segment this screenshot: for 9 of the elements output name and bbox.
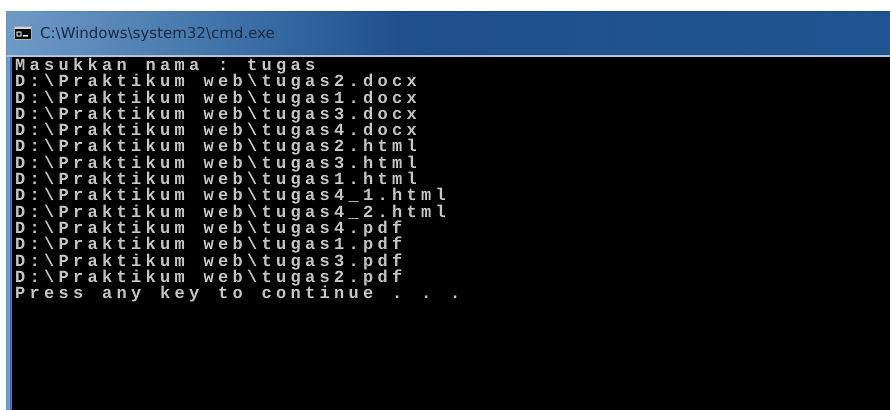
window-title: C:\Windows\system32\cmd.exe [40,24,275,42]
console-icon [14,26,32,40]
console-line: D:\Praktikum web\tugas2.html [15,140,422,157]
console-line: Press any key to continue . . . [15,287,466,304]
console-line: D:\Praktikum web\tugas2.docx [15,75,422,92]
console-line: D:\Praktikum web\tugas4_1.html [15,189,452,206]
console-line: D:\Praktikum web\tugas3.pdf [15,254,408,271]
console-line: D:\Praktikum web\tugas4_2.html [15,206,452,222]
console-line: D:\Praktikum web\tugas1.docx [15,92,422,108]
